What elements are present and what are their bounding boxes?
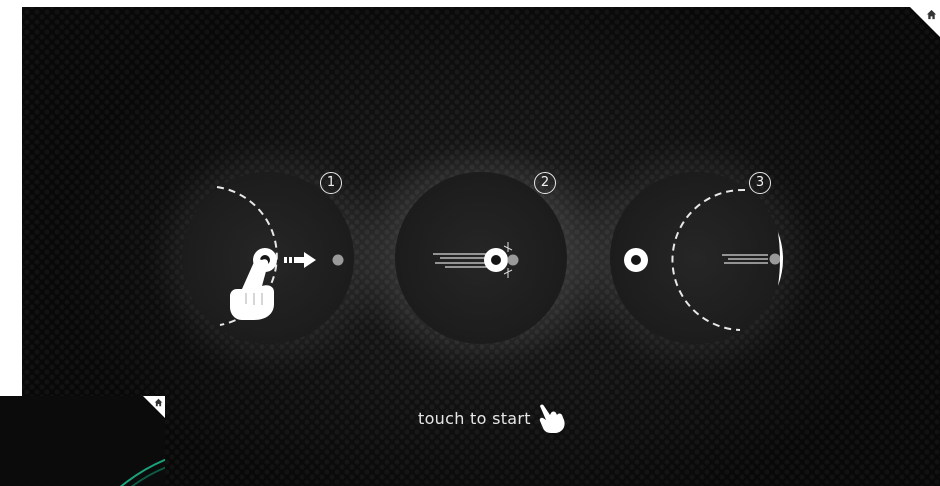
hand-pointer-icon (539, 404, 565, 433)
touch-to-start-label: touch to start (418, 408, 531, 428)
thumbnail-scene (0, 396, 165, 486)
target-ball-icon (332, 254, 344, 266)
step-number-badge-2: 2 (534, 172, 556, 194)
step-3-illustration (624, 188, 783, 331)
arrow-right-icon (284, 252, 316, 268)
tutorial-step-2: 2 (395, 172, 567, 344)
step-number-badge-1: 1 (320, 172, 342, 194)
step-2-illustration (433, 242, 519, 278)
target-ball-icon (769, 253, 781, 265)
home-icon[interactable] (154, 398, 163, 407)
tutorial-step-1: 1 (182, 172, 354, 344)
step-number-badge-3: 3 (749, 172, 771, 194)
home-icon[interactable] (926, 9, 937, 20)
step-1-illustration (216, 186, 344, 326)
game-thumbnail[interactable] (0, 396, 165, 486)
motion-lines-icon (722, 254, 768, 264)
motion-lines-icon (433, 253, 490, 268)
tutorial-step-3: 3 (610, 172, 783, 344)
touch-to-start-button[interactable]: touch to start (418, 404, 567, 433)
target-ball-icon (507, 254, 519, 266)
